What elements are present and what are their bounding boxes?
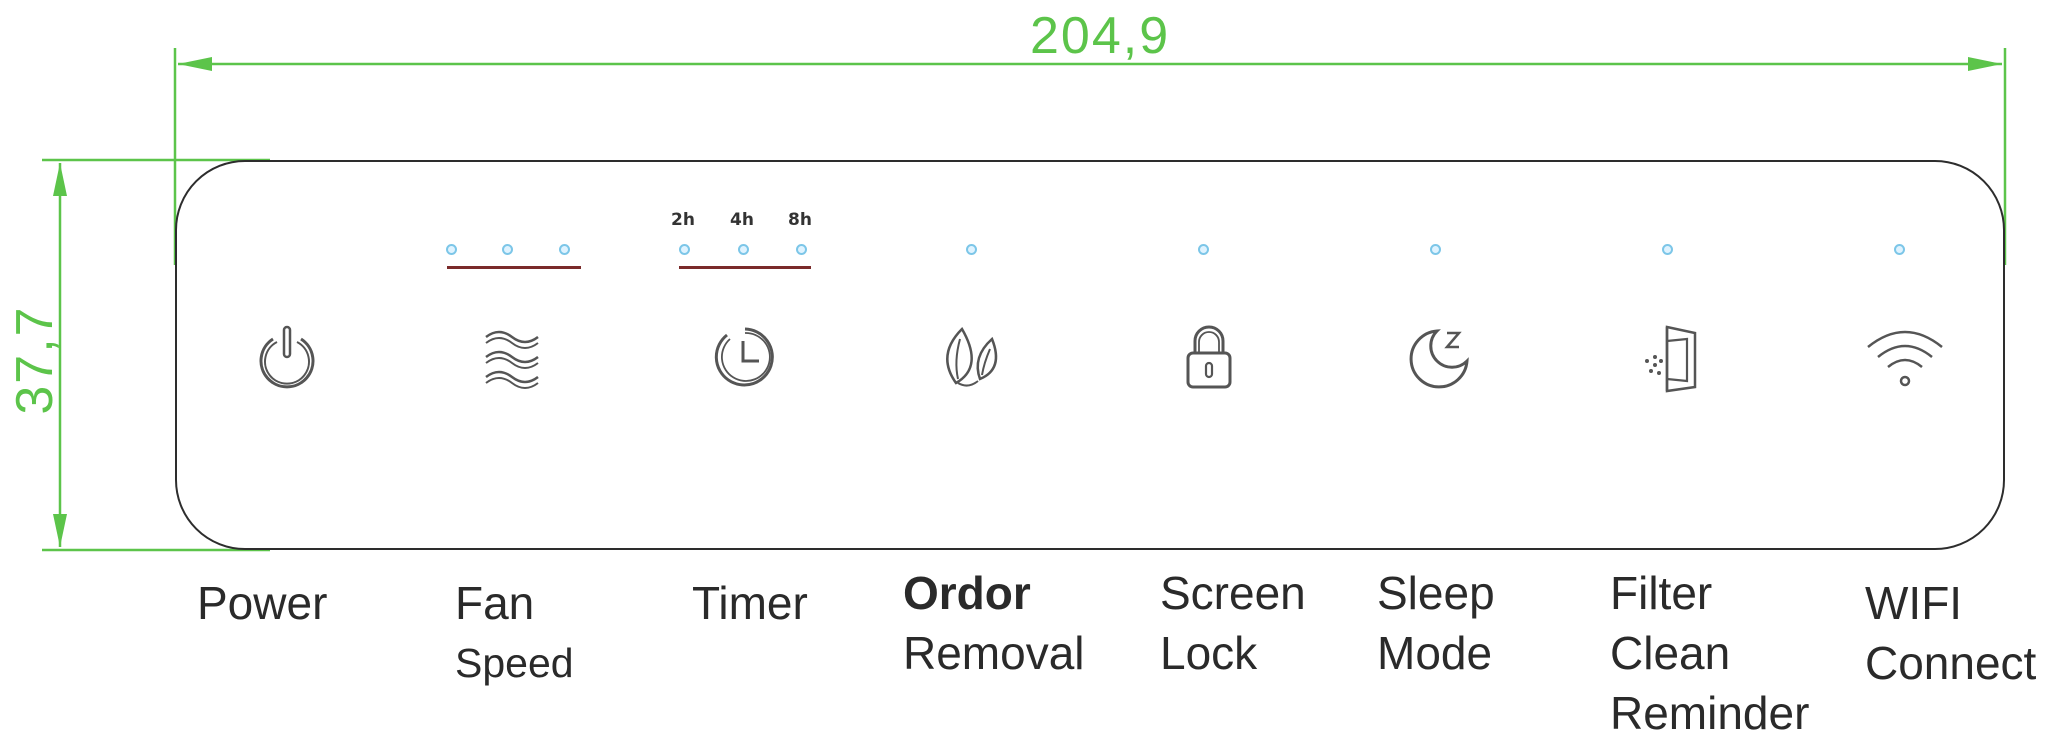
screen-lock-label-line-1: Screen: [1160, 567, 1306, 619]
screen-lock-button[interactable]: [1154, 302, 1264, 412]
filter-clean-label-line-2: Clean: [1610, 627, 1731, 679]
power-button[interactable]: [232, 302, 342, 412]
power-label-line-1: Power: [197, 577, 328, 629]
timer-led-bar: [679, 266, 811, 269]
fan-speed-led-3: [559, 244, 570, 255]
sleep-mode-button[interactable]: [1386, 302, 1496, 412]
fan-speed-label-line-2: Speed: [455, 640, 574, 686]
filter-clean-button[interactable]: [1618, 302, 1728, 412]
sleep-mode-label-line-2: Mode: [1377, 627, 1493, 679]
clock-icon: [714, 327, 774, 387]
power-label: Power: [197, 573, 327, 633]
timer-led-2h: [679, 244, 690, 255]
fan-speed-led-bar: [447, 266, 581, 269]
moon-icon: [1409, 329, 1469, 389]
sleep-mode-led: [1430, 244, 1441, 255]
timer-button[interactable]: [690, 302, 800, 412]
wifi-icon: [1867, 330, 1943, 387]
timer-label-line-1: Timer: [692, 577, 808, 629]
timer-label: Timer: [692, 573, 808, 633]
filter-door-icon: [1645, 325, 1697, 393]
timer-label-2h: 2h: [671, 210, 695, 230]
odor-removal-led: [966, 244, 977, 255]
sleep-mode-label: Sleep Mode: [1377, 563, 1495, 683]
odor-removal-label-line-2: Removal: [903, 627, 1085, 679]
leaf-icon: [946, 326, 998, 387]
power-icon: [259, 325, 315, 389]
filter-clean-led: [1662, 244, 1673, 255]
timer-label-4h: 4h: [730, 210, 754, 230]
odor-removal-button[interactable]: [922, 302, 1032, 412]
wifi-connect-led: [1894, 244, 1905, 255]
timer-led-4h: [738, 244, 749, 255]
lock-icon: [1186, 325, 1232, 389]
wifi-connect-label-line-2: Connect: [1865, 637, 2037, 689]
screen-lock-label-line-2: Lock: [1160, 627, 1258, 679]
fan-speed-label: Fan Speed: [455, 573, 574, 693]
wifi-connect-label-line-1: WIFI: [1865, 577, 1963, 629]
odor-removal-label-line-1: Ordor: [903, 567, 1031, 619]
wifi-connect-label: WIFI Connect: [1865, 573, 2036, 693]
timer-led-8h: [796, 244, 807, 255]
filter-clean-label-line-3: Reminder: [1610, 687, 1810, 739]
fan-speed-button[interactable]: [457, 302, 567, 412]
sleep-mode-label-line-1: Sleep: [1377, 567, 1495, 619]
fan-wave-icon: [485, 330, 539, 389]
screen-lock-led: [1198, 244, 1209, 255]
timer-label-8h: 8h: [788, 210, 812, 230]
control-panel: 2h 4h 8h: [175, 160, 2005, 550]
fan-speed-label-line-1: Fan: [455, 577, 535, 629]
fan-speed-led-1: [446, 244, 457, 255]
height-dimension-label: 37,7: [6, 305, 64, 415]
filter-clean-label-line-1: Filter: [1610, 567, 1713, 619]
wifi-connect-button[interactable]: [1850, 302, 1960, 412]
filter-clean-label: Filter Clean Reminder: [1610, 563, 1809, 743]
screen-lock-label: Screen Lock: [1160, 563, 1306, 683]
fan-speed-led-2: [502, 244, 513, 255]
width-dimension-label: 204,9: [1030, 7, 1171, 65]
odor-removal-label: Ordor Removal: [903, 563, 1085, 683]
